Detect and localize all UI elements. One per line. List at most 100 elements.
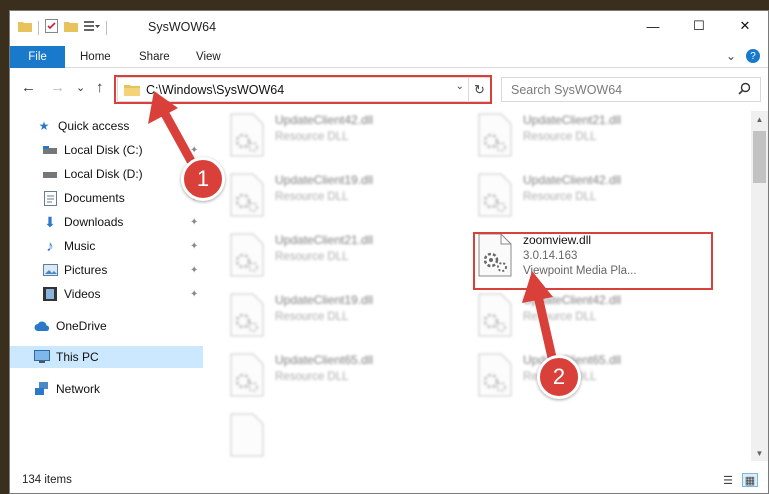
forward-arrow-icon[interactable]: → [50, 79, 65, 96]
list-item[interactable]: UpdateClient19.dll Resource DLL [229, 293, 469, 353]
videos-icon [42, 286, 58, 302]
file-name: UpdateClient21.dll [275, 233, 374, 247]
expand-ribbon-icon[interactable]: ⌄ [726, 49, 736, 63]
sidebar-item-label: Local Disk (C:) [64, 143, 143, 157]
details-view-icon[interactable]: ☰ [720, 473, 736, 487]
file-type: Resource DLL [275, 371, 349, 383]
ribbon-right-controls: ⌄ ? [726, 49, 760, 63]
maximize-button[interactable]: ☐ [676, 11, 722, 41]
file-name: UpdateClient42.dll [523, 293, 622, 307]
customize-toolbar-icon[interactable] [84, 20, 100, 35]
computer-icon [34, 349, 50, 365]
sidebar-item-music[interactable]: ♪ Music ✦ [10, 235, 203, 257]
dll-file-icon [477, 353, 517, 401]
dll-file-icon [477, 173, 517, 221]
sidebar-item-quick-access[interactable]: ★ Quick access [10, 115, 203, 137]
navigation-bar: ← → ⌄ ↑ C:\Windows\SysWOW64 ⌄ ↻ Search S… [10, 74, 768, 104]
toolbar-divider [106, 20, 107, 35]
sidebar-item-onedrive[interactable]: OneDrive [10, 315, 203, 337]
address-highlight-box [114, 75, 492, 104]
drive-icon [42, 142, 58, 158]
scroll-down-icon[interactable]: ▼ [751, 445, 768, 461]
pin-icon[interactable]: ✦ [190, 217, 198, 228]
star-icon: ★ [38, 119, 50, 133]
list-item[interactable]: UpdateClient19.dll Resource DLL [229, 173, 469, 233]
dll-file-icon [477, 113, 517, 161]
file-type: Resource DLL [275, 131, 349, 143]
search-icon[interactable] [738, 82, 751, 98]
tab-view[interactable]: View [196, 51, 221, 63]
sidebar-item-label: Videos [64, 287, 101, 301]
dll-file-icon [229, 233, 269, 281]
sidebar-item-this-pc[interactable]: This PC [10, 346, 203, 368]
dll-file-icon [229, 353, 269, 401]
list-item[interactable] [229, 413, 469, 461]
recent-locations-icon[interactable]: ⌄ [76, 81, 85, 94]
sidebar-item-local-disk-c[interactable]: Local Disk (C:) ✦ [10, 139, 203, 161]
sidebar-item-documents[interactable]: Documents ✦ [10, 187, 203, 209]
callout-badge-2: 2 [537, 355, 581, 399]
tab-file[interactable]: File [10, 46, 65, 68]
sidebar-item-pictures[interactable]: Pictures ✦ [10, 259, 203, 281]
pin-icon[interactable]: ✦ [190, 241, 198, 252]
back-arrow-icon[interactable]: ← [21, 79, 36, 96]
navigation-pane: ★ Quick access Local Disk (C:) ✦ Local D… [10, 111, 203, 461]
item-count: 134 items [22, 474, 72, 486]
drive-icon [42, 166, 58, 182]
pin-icon[interactable]: ✦ [190, 145, 198, 156]
folder-icon[interactable] [18, 20, 32, 35]
pictures-icon [42, 262, 58, 278]
file-highlight-box [473, 232, 713, 290]
scrollbar-thumb[interactable] [753, 131, 766, 183]
download-icon: ⬇ [44, 213, 56, 230]
documents-icon [42, 190, 58, 206]
ribbon-tabs: File Home Share View ⌄ ? [10, 42, 768, 68]
pin-icon[interactable]: ✦ [190, 265, 198, 276]
list-item[interactable]: UpdateClient21.dll Resource DLL [229, 233, 469, 293]
tab-share[interactable]: Share [139, 51, 170, 63]
tab-home[interactable]: Home [80, 51, 111, 63]
dll-file-icon [477, 293, 517, 341]
sidebar-item-label: Documents [64, 191, 125, 205]
window-controls: — ☐ ✕ [630, 11, 768, 41]
sidebar-item-label: Downloads [64, 215, 124, 229]
sidebar-item-label: Network [56, 382, 101, 396]
tiles-view-icon[interactable]: ▦ [742, 473, 758, 487]
file-type: Resource DLL [523, 191, 597, 203]
list-item[interactable]: UpdateClient42.dll Resource DLL [477, 293, 717, 353]
minimize-button[interactable]: — [630, 11, 676, 41]
network-icon [34, 381, 50, 397]
sidebar-item-network[interactable]: Network [10, 378, 203, 400]
close-button[interactable]: ✕ [722, 11, 768, 41]
file-name: UpdateClient19.dll [275, 293, 374, 307]
sidebar-item-label: Music [64, 239, 96, 253]
file-name: UpdateClient19.dll [275, 173, 374, 187]
list-item[interactable]: UpdateClient42.dll Resource DLL [229, 113, 469, 173]
list-item[interactable]: UpdateClient42.dll Resource DLL [477, 173, 717, 233]
vertical-scrollbar[interactable]: ▲ ▼ [751, 111, 768, 461]
properties-icon[interactable] [45, 19, 58, 36]
file-name: UpdateClient42.dll [523, 173, 622, 187]
pin-icon[interactable]: ✦ [190, 289, 198, 300]
new-folder-icon[interactable] [64, 20, 78, 35]
sidebar-item-downloads[interactable]: ⬇ Downloads ✦ [10, 211, 203, 233]
dll-file-icon [229, 293, 269, 341]
sidebar-item-videos[interactable]: Videos ✦ [10, 283, 203, 305]
sidebar-item-label: Quick access [58, 119, 130, 133]
search-input[interactable]: Search SysWOW64 [511, 83, 738, 97]
up-arrow-icon[interactable]: ↑ [96, 79, 104, 96]
file-type: Resource DLL [523, 131, 597, 143]
list-item[interactable]: UpdateClient65.dll Resource DLL [229, 353, 469, 413]
list-item[interactable]: UpdateClient65.dll Resource DLL [477, 353, 717, 413]
file-type: Resource DLL [275, 251, 349, 263]
sidebar-item-label: This PC [56, 350, 99, 364]
help-icon[interactable]: ? [746, 49, 760, 63]
search-box[interactable]: Search SysWOW64 [501, 77, 761, 102]
sidebar-item-local-disk-d[interactable]: Local Disk (D:) ✦ [10, 163, 203, 185]
view-switcher: ☰ ▦ [720, 473, 758, 487]
sidebar-item-label: Pictures [64, 263, 108, 277]
file-name: UpdateClient42.dll [275, 113, 374, 127]
dll-file-icon [229, 173, 269, 221]
scroll-up-icon[interactable]: ▲ [751, 111, 768, 127]
list-item[interactable]: UpdateClient21.dll Resource DLL [477, 113, 717, 173]
